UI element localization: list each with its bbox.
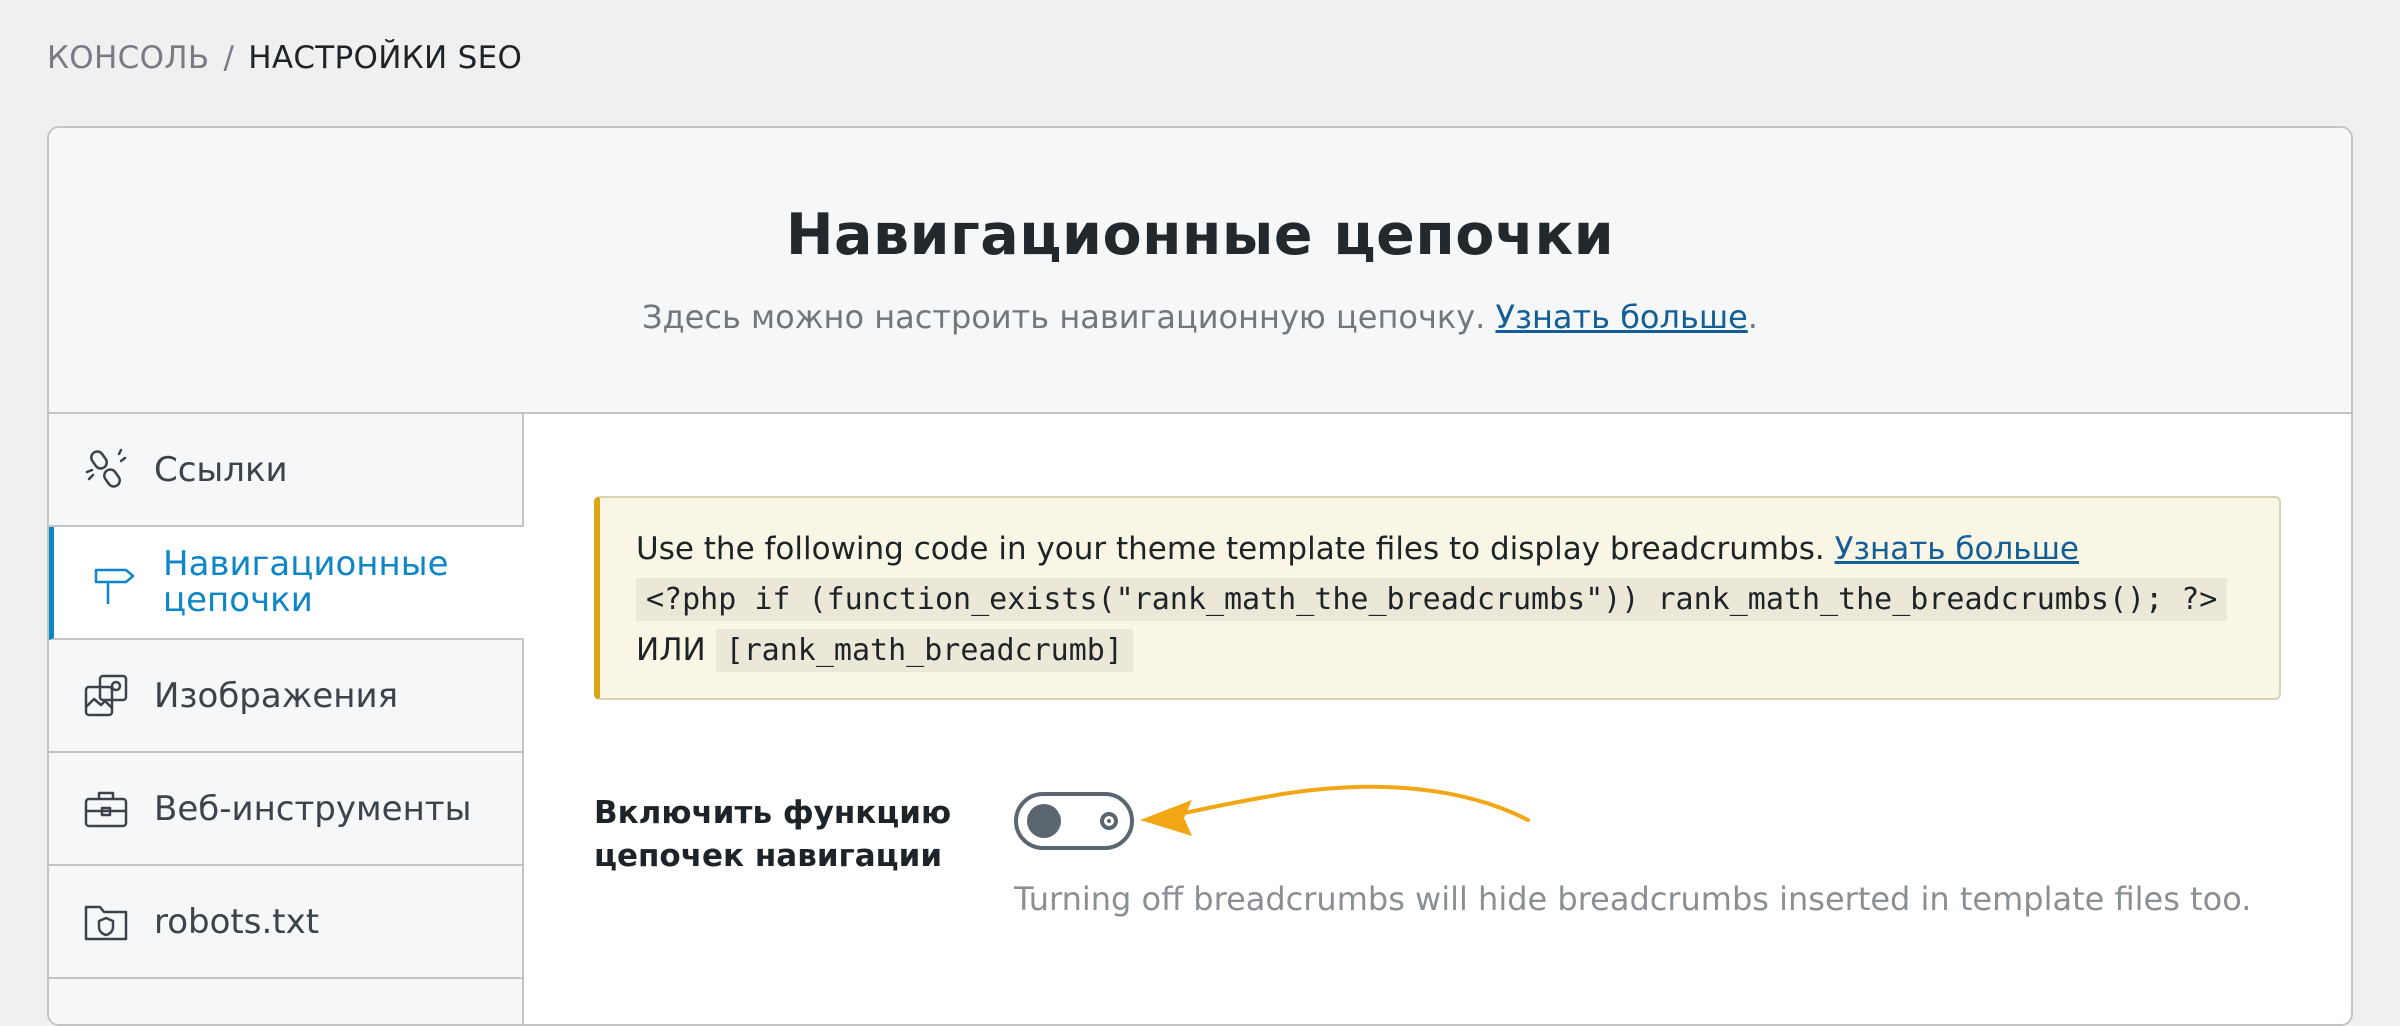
- settings-panel: Навигационные цепочки Здесь можно настро…: [47, 126, 2353, 1026]
- breadcrumb-separator: /: [223, 40, 235, 76]
- page-title: Навигационные цепочки: [785, 202, 1615, 268]
- breadcrumbs-setting-label: Включить функцию цепочек навигации: [594, 792, 1014, 918]
- setting-label-line1: Включить функцию: [594, 795, 952, 831]
- toggle-knob: [1027, 804, 1061, 838]
- setting-label-line2: цепочек навигации: [594, 838, 943, 874]
- sidebar-item-label: robots.txt: [154, 901, 320, 942]
- sidebar-item-robots[interactable]: robots.txt: [49, 866, 522, 979]
- links-icon: [82, 446, 130, 494]
- page-description: Здесь можно настроить навигационную цепо…: [49, 298, 2351, 336]
- shortcode-snippet[interactable]: [rank_math_breadcrumb]: [715, 629, 1133, 672]
- sidebar-item-label: Ссылки: [154, 449, 288, 490]
- sidebar-item-links[interactable]: Ссылки: [49, 414, 522, 527]
- settings-sidebar: Ссылки Навигационные цепочки Изображения…: [49, 414, 524, 1024]
- learn-more-link[interactable]: Узнать больше: [1495, 298, 1747, 336]
- php-code-snippet[interactable]: <?php if (function_exists("rank_math_the…: [636, 578, 2228, 621]
- sidebar-item-label: Веб-инструменты: [154, 788, 472, 829]
- sidebar-item-label: Навигационные цепочки: [163, 543, 449, 620]
- breadcrumb-current: НАСТРОЙКИ SEO: [248, 40, 523, 76]
- breadcrumbs-help-text: Turning off breadcrumbs will hide breadc…: [1014, 880, 2252, 918]
- notice-learn-more-link[interactable]: Узнать больше: [1835, 531, 2079, 567]
- panel-header: Навигационные цепочки Здесь можно настро…: [49, 128, 2351, 414]
- toggle-off-indicator-icon: [1100, 812, 1118, 830]
- sidebar-item-breadcrumbs[interactable]: Навигационные цепочки: [49, 527, 524, 640]
- code-notice: Use the following code in your theme tem…: [594, 496, 2281, 700]
- folder-shield-icon: [82, 898, 130, 946]
- images-icon: [82, 672, 130, 720]
- sidebar-item-label: Изображения: [154, 675, 399, 716]
- notice-text: Use the following code in your theme tem…: [636, 531, 1825, 567]
- sidebar-item-images[interactable]: Изображения: [49, 640, 522, 753]
- toolbox-icon: [82, 785, 130, 833]
- sidebar-item-webmaster-tools[interactable]: Веб-инструменты: [49, 753, 522, 866]
- page-description-text: Здесь можно настроить навигационную цепо…: [642, 298, 1486, 336]
- annotation-arrow-icon: [1140, 784, 1530, 836]
- enable-breadcrumbs-toggle[interactable]: [1014, 792, 1134, 850]
- description-period: .: [1747, 298, 1758, 336]
- notice-or: ИЛИ: [636, 632, 706, 668]
- signpost-icon: [91, 559, 139, 607]
- breadcrumb: КОНСОЛЬ / НАСТРОЙКИ SEO: [47, 40, 522, 76]
- breadcrumb-console-link[interactable]: КОНСОЛЬ: [47, 40, 209, 76]
